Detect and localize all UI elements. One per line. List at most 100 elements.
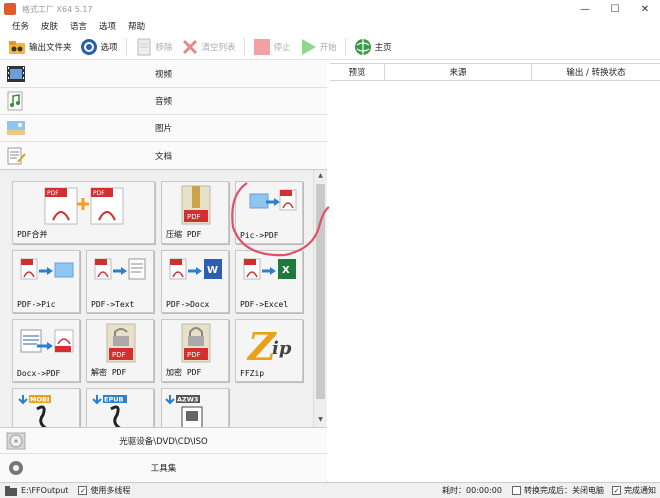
- menu-skin[interactable]: 皮肤: [41, 20, 58, 32]
- tool-label: 压缩 PDF: [166, 230, 202, 239]
- tool-label: 加密 PDF: [166, 368, 202, 377]
- tool-label: PDF->Excel: [240, 300, 289, 309]
- title-bar: 格式工厂 X64 5.17 — ☐ ✕: [0, 0, 660, 18]
- home-button[interactable]: 主页: [354, 38, 392, 56]
- globe-icon: [354, 38, 372, 56]
- svg-text:X: X: [282, 265, 290, 276]
- category-disc-label: 光驱设备\DVD\CD\ISO: [119, 436, 208, 447]
- minimize-button[interactable]: —: [570, 0, 600, 18]
- toolbar-separator: [344, 37, 346, 56]
- menu-options[interactable]: 选项: [99, 20, 116, 32]
- menu-help[interactable]: 帮助: [128, 20, 145, 32]
- play-icon: [299, 38, 317, 56]
- window-title: 格式工厂 X64 5.17: [22, 4, 93, 14]
- app-icon: [4, 3, 16, 15]
- unlock-pdf-icon: PDF: [106, 323, 136, 363]
- pdf-to-text-icon: [94, 258, 146, 280]
- notify-checkbox[interactable]: ✓: [612, 486, 621, 495]
- svg-text:PDF: PDF: [47, 190, 59, 197]
- tool-label: FFZip: [240, 369, 265, 378]
- tool-label: PDF->Pic: [17, 300, 56, 309]
- mobi-badge: MOBI: [30, 396, 49, 404]
- maximize-button[interactable]: ☐: [600, 0, 630, 18]
- multithread-checkbox[interactable]: ✓: [78, 486, 88, 495]
- tool-epub[interactable]: EPUB: [86, 388, 154, 427]
- tool-compress-pdf[interactable]: PDF 压缩 PDF: [161, 181, 229, 244]
- output-folder-label: 输出文件夹: [29, 42, 72, 53]
- output-folder-button[interactable]: 输出文件夹: [8, 38, 72, 56]
- clear-list-button[interactable]: 清空列表: [181, 38, 236, 56]
- stop-label: 停止: [273, 42, 291, 53]
- mobi-icon: MOBI: [18, 395, 51, 427]
- column-source[interactable]: 来源: [385, 64, 532, 80]
- ffzip-logo-ip: ip: [272, 338, 292, 359]
- lock-pdf-icon: PDF: [181, 323, 211, 363]
- tool-docx-to-pdf[interactable]: Docx->PDF: [12, 319, 80, 382]
- category-document[interactable]: 文档: [0, 142, 327, 169]
- remove-icon: [135, 38, 153, 56]
- start-button[interactable]: 开始: [299, 38, 337, 56]
- folder-icon: [8, 38, 26, 56]
- clear-list-label: 清空列表: [201, 42, 236, 53]
- elapsed-time: 耗时：00:00:00: [442, 486, 502, 495]
- azw3-badge: AZW3: [177, 396, 198, 404]
- menu-bar: 任务 皮肤 语言 选项 帮助: [0, 18, 660, 34]
- notify-label: 完成通知: [624, 486, 656, 495]
- close-button[interactable]: ✕: [630, 0, 660, 18]
- pdf-badge: PDF: [187, 351, 201, 359]
- output-path-indicator[interactable]: E:\FFOutput: [4, 485, 68, 497]
- remove-label: 移除: [155, 42, 173, 53]
- category-disc[interactable]: 光驱设备\DVD\CD\ISO: [0, 427, 327, 454]
- tool-mobi[interactable]: MOBI: [12, 388, 80, 427]
- compress-pdf-icon: PDF: [181, 185, 211, 225]
- options-button[interactable]: 选项: [80, 38, 118, 56]
- multithread-label: 使用多线程: [90, 486, 131, 495]
- tool-pdf-to-text[interactable]: PDF->Text: [86, 250, 154, 313]
- notify-option[interactable]: ✓ 完成通知: [612, 485, 656, 496]
- tool-pdf-to-docx[interactable]: W PDF->Docx: [161, 250, 229, 313]
- tool-azw3[interactable]: AZW3: [161, 388, 229, 427]
- after-convert-checkbox[interactable]: [512, 486, 521, 495]
- tool-encrypt-pdf[interactable]: PDF 加密 PDF: [161, 319, 229, 382]
- category-tools-label: 工具集: [150, 463, 177, 474]
- column-output-status[interactable]: 输出 / 转换状态: [532, 64, 660, 80]
- remove-button[interactable]: 移除: [135, 38, 173, 56]
- task-list-header: 预览 来源 输出 / 转换状态: [330, 63, 660, 81]
- options-icon: [80, 38, 98, 56]
- stop-icon: [253, 38, 271, 56]
- output-path: E:\FFOutput: [21, 486, 69, 495]
- category-image[interactable]: 图片: [0, 115, 327, 142]
- pdf-badge: PDF: [112, 351, 126, 359]
- task-list-panel: 预览 来源 输出 / 转换状态: [330, 61, 660, 482]
- menu-task[interactable]: 任务: [12, 20, 29, 32]
- category-document-label: 文档: [154, 151, 172, 162]
- ffzip-icon: Z ip: [246, 324, 292, 368]
- toolbar: 输出文件夹 选项 移除 清空列表 停止 开始 主页: [0, 34, 660, 60]
- scroll-down-arrow[interactable]: ▼: [316, 416, 325, 426]
- tool-pdf-to-pic[interactable]: PDF->Pic: [12, 250, 80, 313]
- category-video[interactable]: 视频: [0, 61, 327, 88]
- pdf-merge-icon: PDF PDF: [44, 187, 124, 225]
- tool-ffzip[interactable]: Z ip FFZip: [235, 319, 303, 382]
- column-preview[interactable]: 预览: [330, 64, 385, 80]
- azw3-icon: AZW3: [165, 395, 203, 427]
- toolbar-separator: [243, 37, 245, 56]
- category-audio-label: 音频: [154, 97, 172, 107]
- after-convert-option[interactable]: 转换完成后：关闭电脑: [512, 485, 604, 496]
- menu-language[interactable]: 语言: [70, 20, 87, 32]
- svg-text:W: W: [207, 265, 218, 276]
- pdf-to-docx-icon: W: [169, 258, 222, 280]
- tool-pdf-merge[interactable]: PDF PDF PDF合并: [12, 181, 155, 244]
- status-bar: E:\FFOutput ✓ 使用多线程 耗时：00:00:00 转换完成后：关闭…: [0, 482, 660, 498]
- after-convert-label: 转换完成后：关闭电脑: [524, 486, 604, 495]
- category-tools[interactable]: 工具集: [0, 454, 327, 481]
- svg-text:PDF: PDF: [93, 190, 105, 197]
- category-image-label: 图片: [154, 124, 172, 134]
- epub-icon: EPUB: [92, 395, 127, 427]
- category-audio[interactable]: 音频: [0, 88, 327, 115]
- tool-label: 解密 PDF: [91, 368, 127, 377]
- toolbar-separator: [125, 37, 127, 56]
- stop-button[interactable]: 停止: [253, 38, 291, 56]
- multithread-option[interactable]: ✓ 使用多线程: [78, 485, 130, 496]
- tool-decrypt-pdf[interactable]: PDF 解密 PDF: [86, 319, 154, 382]
